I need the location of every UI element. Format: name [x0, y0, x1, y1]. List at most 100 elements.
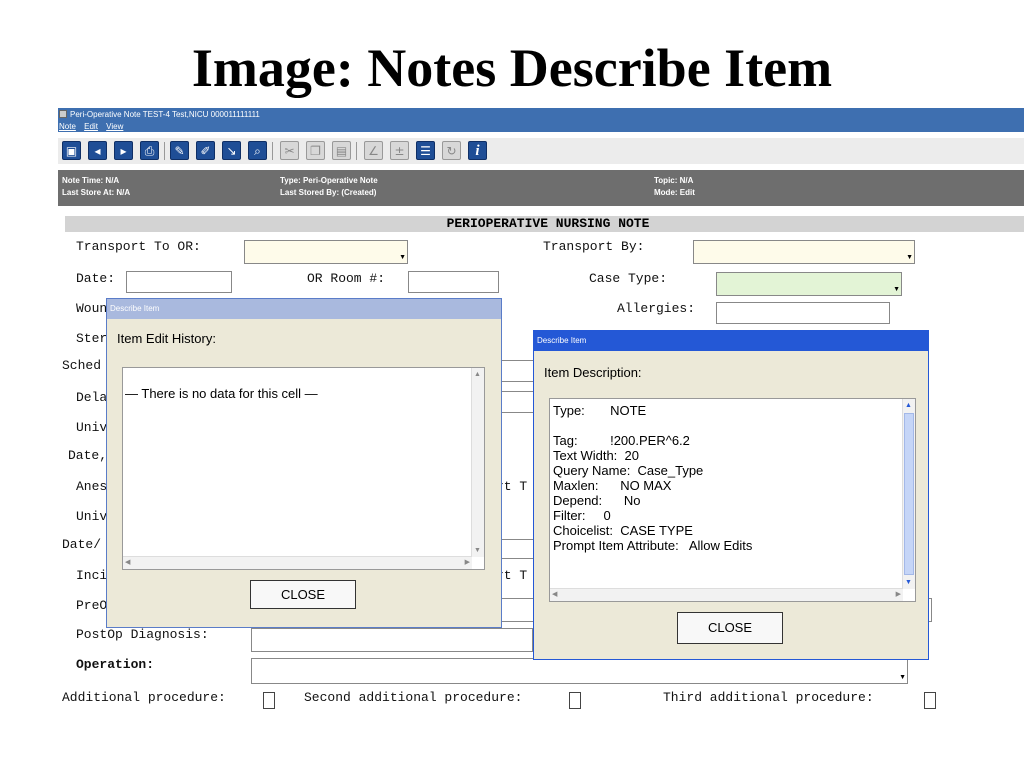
chevron-down-icon: ▼ [399, 254, 406, 261]
save-icon[interactable]: ▣ [62, 141, 81, 160]
transport-to-or-label: Transport To OR: [76, 239, 201, 254]
cut-icon[interactable]: ✂ [280, 141, 299, 160]
describe-item-history-dialog: Describe Item Item Edit History: — There… [106, 298, 502, 628]
dialog-titlebar[interactable]: Describe Item [107, 299, 501, 319]
operation-label: Operation: [76, 657, 155, 672]
date-label: Date: [76, 271, 116, 286]
transport-to-or-select[interactable]: ▼ [244, 240, 408, 264]
description-line: Choicelist: CASE TYPE [553, 523, 693, 538]
third-additional-procedure-checkbox[interactable] [924, 692, 936, 709]
additional-procedure-label: Additional procedure: [62, 690, 226, 705]
dialog-heading: Item Description: [544, 365, 642, 380]
horizontal-scrollbar[interactable]: ◀ ▶ [550, 588, 903, 601]
universal-label-2: Univ [76, 509, 108, 524]
paste-icon[interactable]: ▤ [332, 141, 351, 160]
description-line: Maxlen: NO MAX [553, 478, 672, 493]
third-additional-procedure-label: Third additional procedure: [663, 690, 874, 705]
sign-icon[interactable]: ∠ [364, 141, 383, 160]
chevron-down-icon: ▼ [893, 286, 900, 293]
note-topic: Topic: N/A [654, 176, 694, 185]
date-time-label-1: Date, [68, 448, 108, 463]
forward-icon[interactable]: ▸ [114, 141, 133, 160]
description-line: Depend: No [553, 493, 641, 508]
description-text-area[interactable]: Type: NOTE Tag: !200.PER^6.2 Text Width:… [549, 398, 916, 602]
dialog-heading: Item Edit History: [117, 331, 216, 346]
form-header: PERIOPERATIVE NURSING NOTE [65, 216, 1024, 232]
wound-label: Woun [76, 301, 108, 316]
date-time-label-2: Date/ [62, 537, 102, 552]
history-empty-message: — There is no data for this cell — [125, 386, 318, 401]
scroll-right-icon[interactable]: ▶ [465, 558, 470, 567]
find-icon[interactable]: ⌕ [248, 141, 267, 160]
case-type-select[interactable]: ▼ [716, 272, 902, 296]
menu-view[interactable]: View [106, 122, 123, 131]
description-lines: Type: NOTE Tag: !200.PER^6.2 Text Width:… [553, 403, 752, 553]
history-text-area[interactable]: — There is no data for this cell — ▲ ▼ ◀… [122, 367, 485, 570]
delay-label: Dela [76, 390, 108, 405]
print-icon[interactable]: ⎙ [140, 141, 159, 160]
app-icon [59, 110, 67, 118]
copy-icon[interactable]: ❐ [306, 141, 325, 160]
description-line [553, 418, 752, 433]
application-window: Peri-Operative Note TEST-4 Test,NICU 000… [58, 108, 1024, 768]
horizontal-scrollbar[interactable]: ◀ ▶ [123, 556, 472, 569]
dialog-titlebar[interactable]: Describe Item [534, 331, 928, 351]
scroll-down-icon[interactable]: ▼ [905, 578, 912, 587]
allergies-label: Allergies: [617, 301, 696, 316]
toolbar: ▣ ◂ ▸ ⎙ ✎ ✐ ↘ ⌕ ✂ ❐ ▤ ∠ ± ☰ ↻ i [58, 138, 1024, 164]
last-store-at: Last Store At: N/A [62, 188, 131, 197]
date-field[interactable] [126, 271, 232, 293]
note-mode: Mode: Edit [654, 188, 695, 197]
scroll-left-icon[interactable]: ◀ [552, 590, 557, 599]
transport-by-select[interactable]: ▼ [693, 240, 915, 264]
description-line: Text Width: 20 [553, 448, 639, 463]
scroll-left-icon[interactable]: ◀ [125, 558, 130, 567]
incision-label: Inci [76, 568, 108, 583]
window-titlebar[interactable]: Peri-Operative Note TEST-4 Test,NICU 000… [58, 108, 1024, 121]
scroll-down-icon[interactable]: ▼ [474, 546, 481, 555]
refresh-icon[interactable]: ↻ [442, 141, 461, 160]
describe-item-description-dialog: Describe Item Item Description: Type: NO… [533, 330, 929, 660]
back-icon[interactable]: ◂ [88, 141, 107, 160]
note-icon[interactable]: ✎ [170, 141, 189, 160]
description-line: Type: NOTE [553, 403, 647, 418]
universal-label-1: Univ [76, 420, 108, 435]
sort-icon[interactable]: ↘ [222, 141, 241, 160]
menu-note[interactable]: Note [59, 122, 76, 131]
allergies-field[interactable] [716, 302, 890, 324]
scroll-right-icon[interactable]: ▶ [896, 590, 901, 599]
sterile-label: Ster [76, 331, 108, 346]
slide-title: Image: Notes Describe Item [191, 38, 833, 98]
case-type-label: Case Type: [589, 271, 668, 286]
additional-procedure-checkbox[interactable] [263, 692, 275, 709]
menu-edit[interactable]: Edit [84, 122, 98, 131]
vertical-scrollbar[interactable]: ▲ ▼ [902, 399, 915, 589]
chevron-down-icon: ▼ [906, 254, 913, 261]
or-room-label: OR Room #: [307, 271, 386, 286]
transport-by-label: Transport By: [543, 239, 645, 254]
list-icon[interactable]: ☰ [416, 141, 435, 160]
note-time: Note Time: N/A [62, 176, 120, 185]
postop-diagnosis-field[interactable] [251, 628, 533, 652]
or-room-field[interactable] [408, 271, 499, 293]
close-button[interactable]: CLOSE [250, 580, 356, 609]
menu-bar: Note Edit View [58, 121, 1024, 132]
description-line: Tag: !200.PER^6.2 [553, 433, 690, 448]
note-info-bar: Note Time: N/A Last Store At: N/A Type: … [58, 170, 1024, 206]
scrollbar-thumb[interactable] [904, 413, 914, 575]
description-line: Filter: 0 [553, 508, 611, 523]
add-icon[interactable]: ± [390, 141, 409, 160]
close-button[interactable]: CLOSE [677, 612, 783, 644]
second-additional-procedure-checkbox[interactable] [569, 692, 581, 709]
edit-note-icon[interactable]: ✐ [196, 141, 215, 160]
preop-diagnosis-label: PreO [76, 598, 108, 613]
info-icon[interactable]: i [468, 141, 487, 160]
scheduled-label: Sched [62, 358, 102, 373]
scroll-up-icon[interactable]: ▲ [905, 401, 912, 410]
operation-select[interactable]: ▼ [251, 658, 908, 684]
description-line: Query Name: Case_Type [553, 463, 704, 478]
chevron-down-icon: ▼ [899, 674, 906, 681]
scroll-up-icon[interactable]: ▲ [474, 370, 481, 379]
note-type: Type: Peri-Operative Note [280, 176, 378, 185]
vertical-scrollbar[interactable]: ▲ ▼ [471, 368, 484, 557]
